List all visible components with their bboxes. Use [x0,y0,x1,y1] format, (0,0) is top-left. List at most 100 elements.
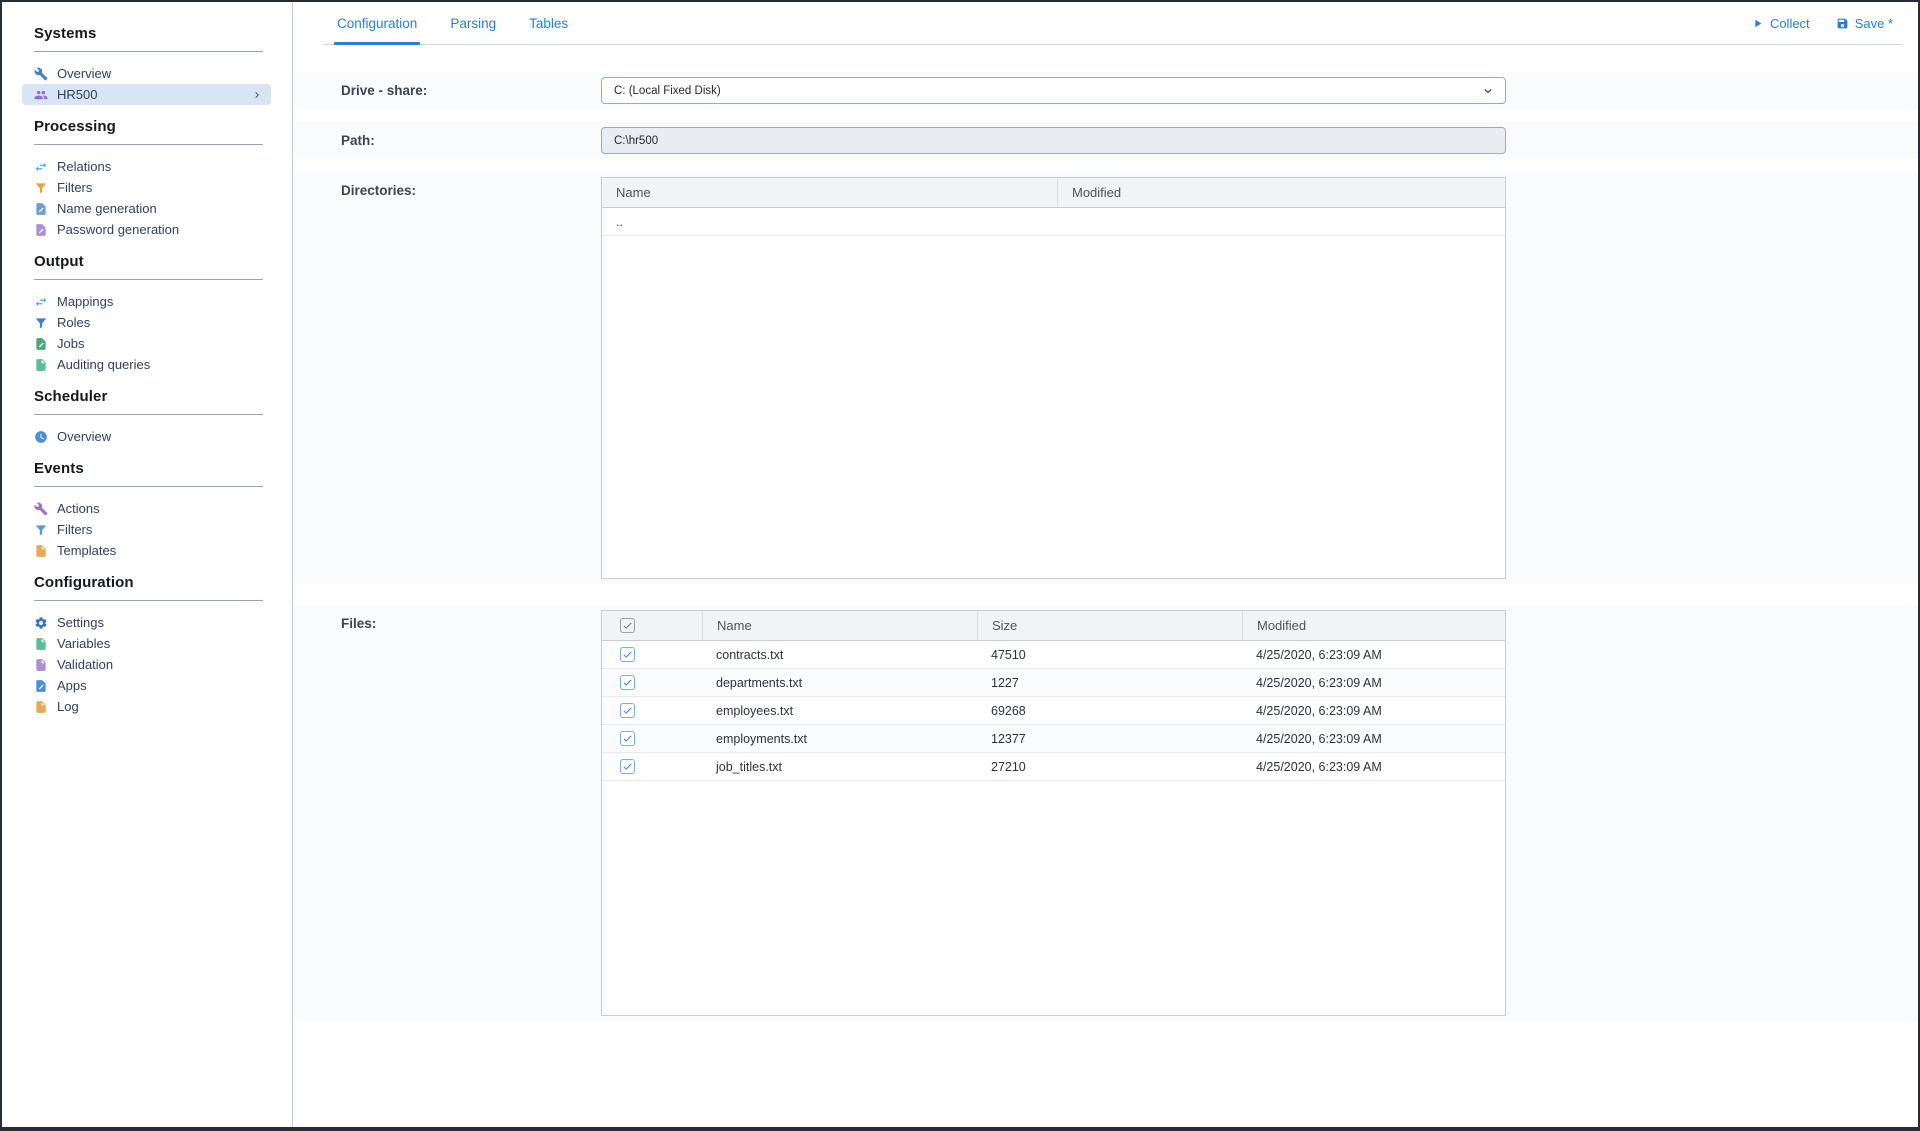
section-divider [34,414,263,415]
directories-table-header: Name Modified [602,178,1505,208]
select-all-checkbox[interactable] [620,618,635,633]
sidebar-section-title: Output [34,253,263,270]
configuration-form: Drive - share: C: (Local Fixed Disk) Pat… [293,45,1918,1034]
sidebar-item-actions[interactable]: Actions [34,498,263,519]
file-row[interactable]: contracts.txt475104/25/2020, 6:23:09 AM [602,641,1505,669]
sidebar-item-auditing-queries[interactable]: Auditing queries [34,354,263,375]
directories-row: Directories: Name Modified .. [293,172,1918,584]
section-divider [34,600,263,601]
file-name: job_titles.txt [702,760,977,774]
files-row: Files: Name Size Modified contracts.txt4… [293,605,1918,1021]
sidebar-section-configuration: Configuration Settings Variables Validation… [34,574,263,717]
file-row[interactable]: employments.txt123774/25/2020, 6:23:09 A… [602,725,1505,753]
sidebar-item-filters[interactable]: Filters [34,177,263,198]
files-table-body: contracts.txt475104/25/2020, 6:23:09 AMd… [602,641,1505,781]
file-checkbox-cell [602,731,702,747]
tab-configuration[interactable]: Configuration [334,2,420,44]
sidebar-item-jobs[interactable]: Jobs [34,333,263,354]
file-checkbox-cell [602,759,702,775]
directory-row[interactable]: .. [602,208,1505,236]
sidebar-section-scheduler: Scheduler Overview [34,388,263,447]
save-button[interactable]: Save * [1836,16,1893,31]
directories-table: Name Modified .. [601,177,1506,579]
sidebar-section-title: Scheduler [34,388,263,405]
sidebar-item-label: Overview [57,429,111,444]
files-table: Name Size Modified contracts.txt475104/2… [601,610,1506,1016]
funnel-icon [34,316,48,330]
path-input[interactable] [601,127,1506,154]
sidebar-item-apps[interactable]: Apps [34,675,263,696]
sidebar-item-overview[interactable]: Overview [34,63,263,84]
toolbar-actions: Collect Save * [1751,2,1903,44]
collect-button[interactable]: Collect [1751,16,1810,31]
sidebar-item-log[interactable]: Log [34,696,263,717]
tab-tables[interactable]: Tables [526,2,571,44]
files-header-modified: Modified [1242,611,1505,640]
arrows-icon [34,160,48,174]
file-checkbox[interactable] [620,675,635,690]
tab-parsing[interactable]: Parsing [447,2,499,44]
file-name: employees.txt [702,704,977,718]
sidebar-item-templates[interactable]: Templates [34,540,263,561]
path-row: Path: [293,122,1918,159]
sidebar-item-label: Settings [57,615,104,630]
doc-pencil-icon [34,202,48,216]
sidebar-item-overview[interactable]: Overview [34,426,263,447]
sidebar-item-password-generation[interactable]: Password generation [34,219,263,240]
doc-pencil-icon [34,337,48,351]
file-name: employments.txt [702,732,977,746]
save-icon [1836,17,1849,30]
file-checkbox[interactable] [620,647,635,662]
sidebar: Systems Overview HR500 ProcessingRelationsF… [2,2,293,1127]
sidebar-item-label: Name generation [57,201,157,216]
sidebar-item-hr500[interactable]: HR500 [22,84,271,105]
gear-icon [34,616,48,630]
sidebar-item-label: Password generation [57,222,179,237]
doc-icon [34,637,48,651]
sidebar-section-processing: ProcessingRelationsFiltersName generatio… [34,118,263,240]
sidebar-item-label: Auditing queries [57,357,150,372]
file-modified: 4/25/2020, 6:23:09 AM [1242,704,1505,718]
sidebar-item-settings[interactable]: Settings [34,612,263,633]
files-header-size: Size [977,611,1242,640]
chevron-right-icon [251,89,263,101]
file-checkbox[interactable] [620,731,635,746]
play-icon [1751,17,1764,30]
directories-label: Directories: [341,177,601,204]
file-size: 69268 [977,704,1242,718]
sidebar-item-filters[interactable]: Filters [34,519,263,540]
files-header-checkbox-cell [602,611,702,640]
file-size: 1227 [977,676,1242,690]
file-modified: 4/25/2020, 6:23:09 AM [1242,648,1505,662]
sidebar-item-label: HR500 [57,87,97,102]
sidebar-section-title: Configuration [34,574,263,591]
section-divider [34,51,263,52]
action-label: Collect [1770,16,1810,31]
sidebar-item-label: Log [57,699,79,714]
doc-icon [34,658,48,672]
file-row[interactable]: departments.txt12274/25/2020, 6:23:09 AM [602,669,1505,697]
file-row[interactable]: employees.txt692684/25/2020, 6:23:09 AM [602,697,1505,725]
wrench-icon [34,67,48,81]
sidebar-item-label: Variables [57,636,110,651]
sidebar-section-title: Events [34,460,263,477]
sidebar-item-variables[interactable]: Variables [34,633,263,654]
sidebar-item-roles[interactable]: Roles [34,312,263,333]
sidebar-item-mappings[interactable]: Mappings [34,291,263,312]
sidebar-section-events: Events ActionsFiltersTemplates [34,460,263,561]
sidebar-item-label: Overview [57,66,111,81]
sidebar-item-name-generation[interactable]: Name generation [34,198,263,219]
file-checkbox[interactable] [620,703,635,718]
clock-icon [34,430,48,444]
file-checkbox[interactable] [620,759,635,774]
sidebar-item-label: Apps [57,678,87,693]
file-row[interactable]: job_titles.txt272104/25/2020, 6:23:09 AM [602,753,1505,781]
doc-icon [34,700,48,714]
section-divider [34,144,263,145]
sidebar-item-relations[interactable]: Relations [34,156,263,177]
drive-share-select[interactable]: C: (Local Fixed Disk) [601,77,1506,104]
sidebar-section-title: Systems [34,25,263,42]
file-checkbox-cell [602,647,702,663]
directory-name: .. [602,215,1057,229]
sidebar-item-validation[interactable]: Validation [34,654,263,675]
